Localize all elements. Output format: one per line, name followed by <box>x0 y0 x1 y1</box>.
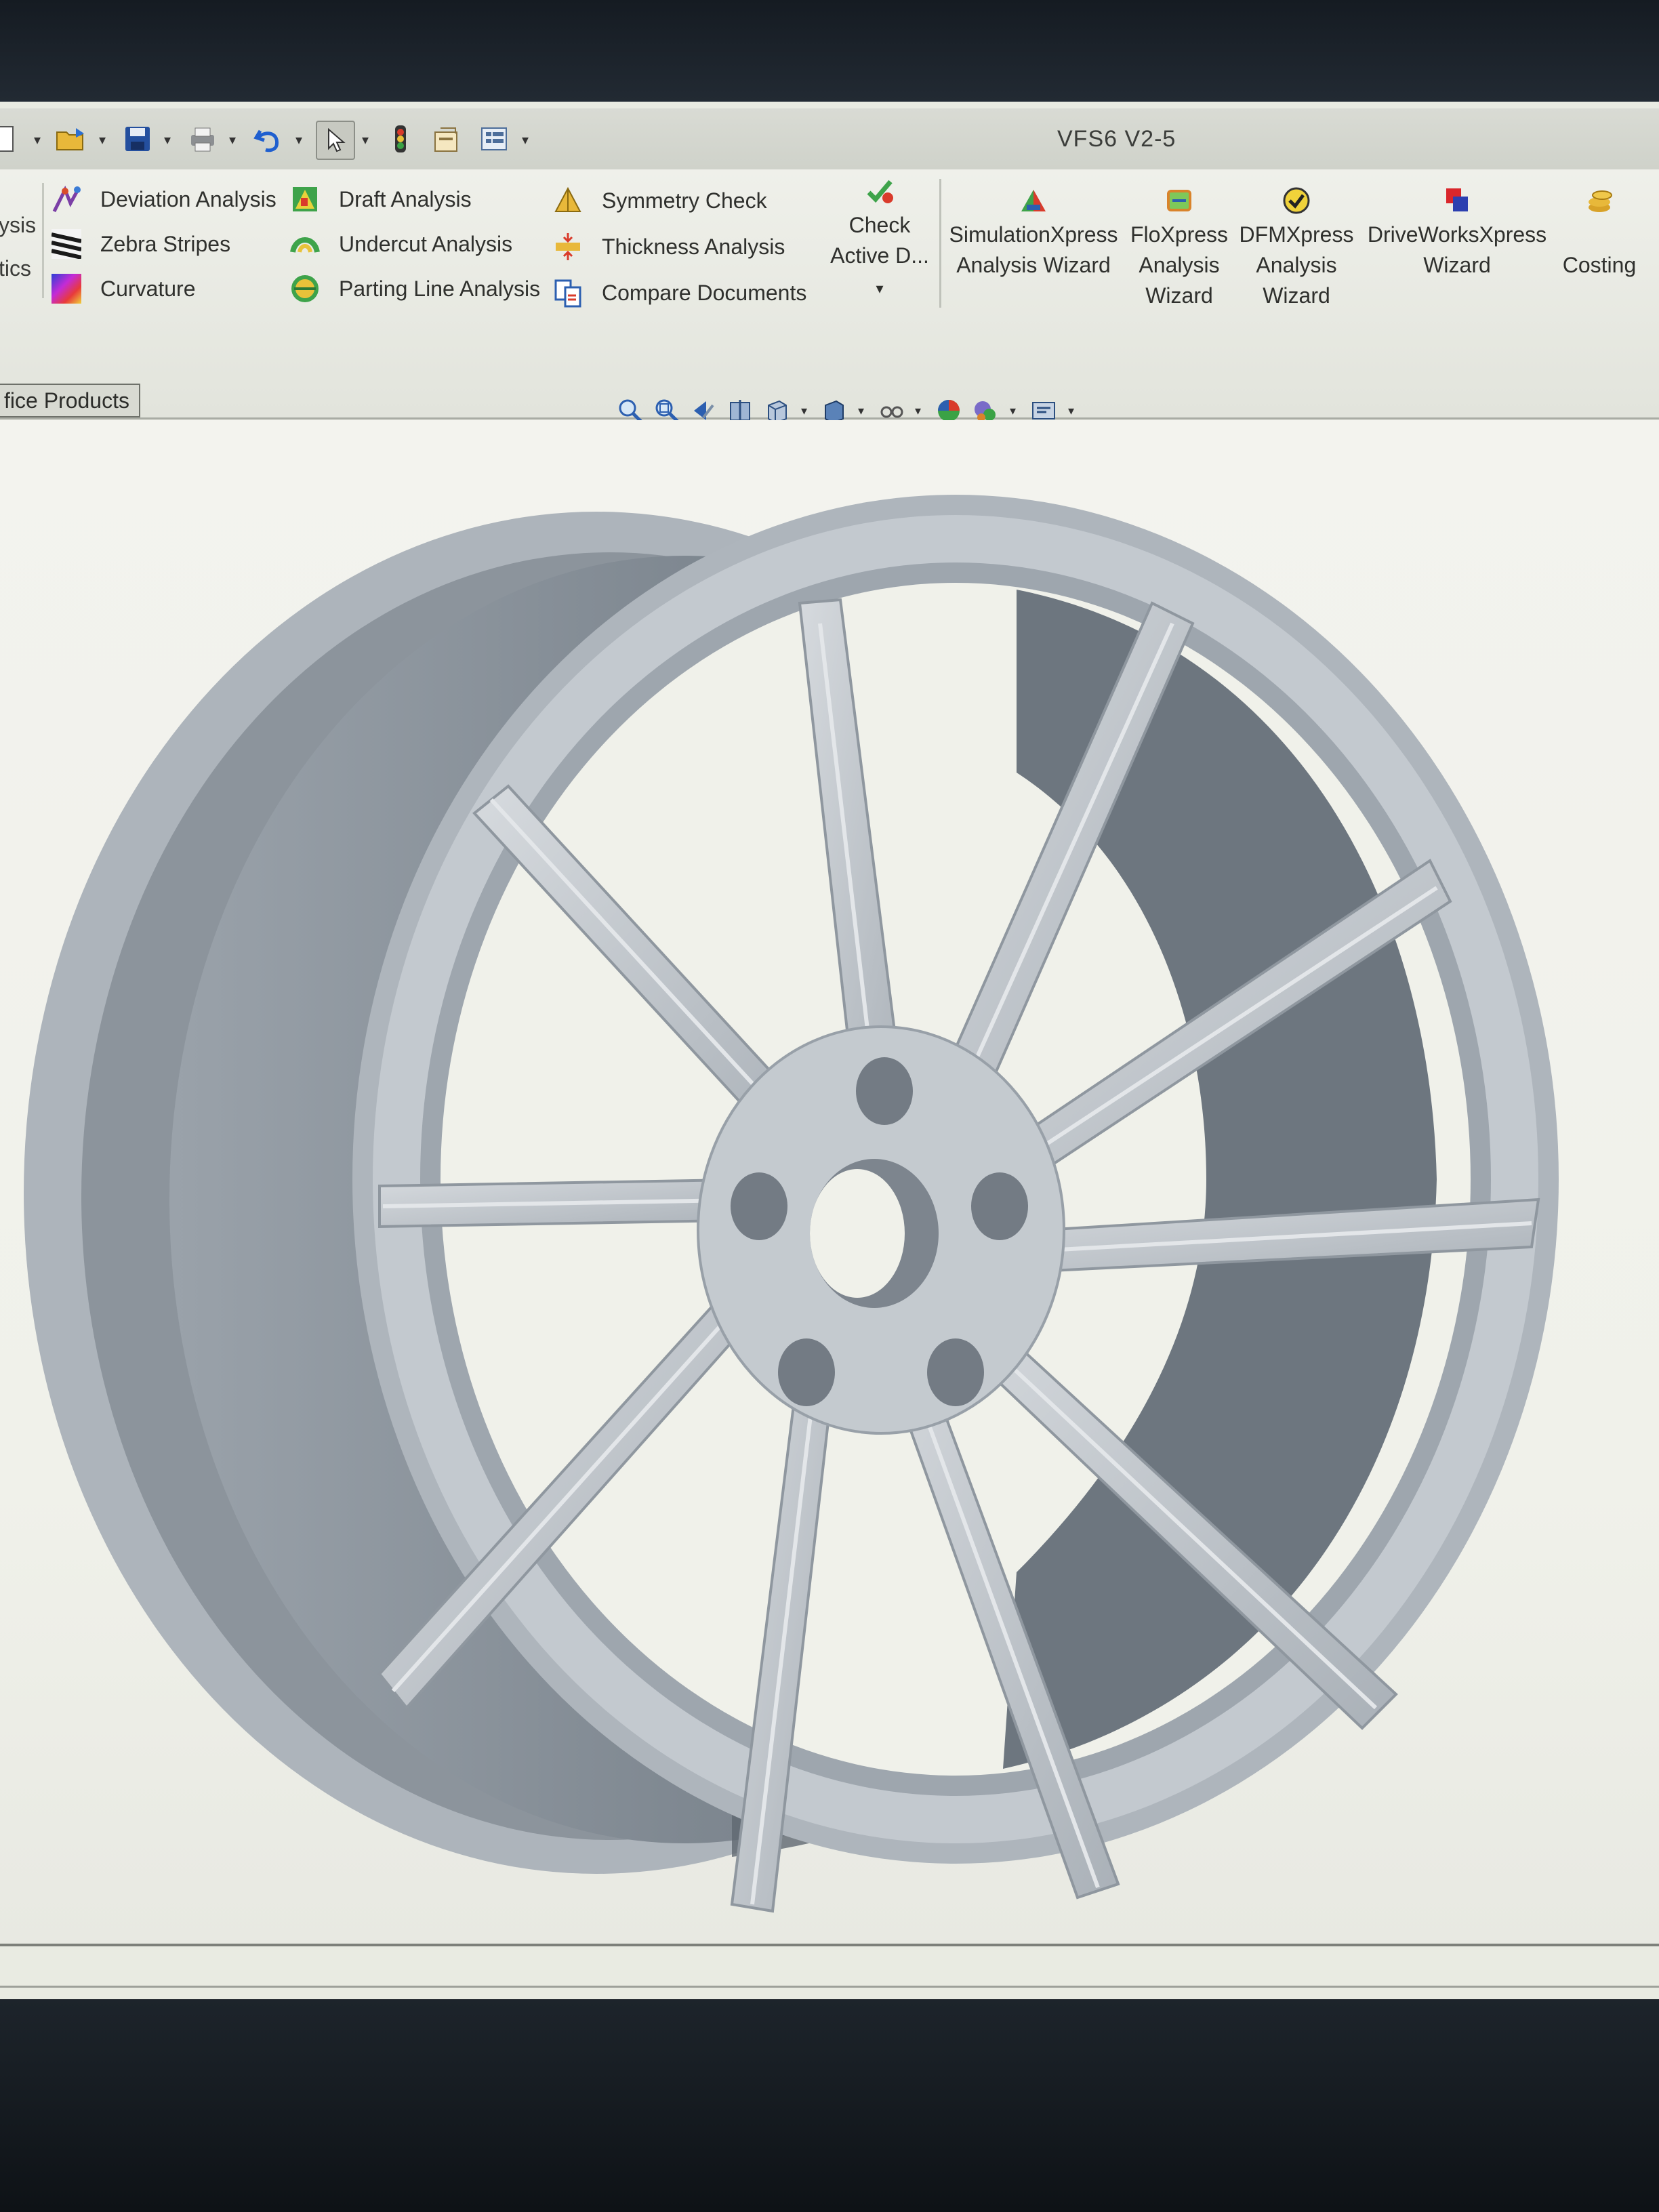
file-properties-icon[interactable] <box>428 121 465 157</box>
driveworksxpress-label-line1: DriveWorksXpress <box>1367 222 1547 247</box>
deviation-analysis-icon <box>52 185 81 213</box>
new-icon[interactable] <box>0 121 23 157</box>
view-orientation-caret[interactable]: ▾ <box>801 404 807 418</box>
floxpress-button[interactable]: FloXpress Analysis Wizard <box>1125 184 1233 311</box>
select-dropdown-caret[interactable]: ▾ <box>362 131 369 148</box>
simulationxpress-label-line2: Analysis Wizard <box>956 253 1111 277</box>
costing-button[interactable]: Costing <box>1559 184 1640 281</box>
undercut-analysis-icon <box>290 237 320 253</box>
driveworksxpress-label-line2: Wizard <box>1423 253 1491 277</box>
deviation-analysis-label: Deviation Analysis <box>100 186 276 211</box>
evaluate-ribbon: ysis tics Deviation Analysis Zebra Strip… <box>0 169 1659 424</box>
parting-line-analysis-button[interactable]: Parting Line Analysis <box>290 268 540 309</box>
compare-documents-button[interactable]: Compare Documents <box>553 272 806 313</box>
curvature-label: Curvature <box>100 276 196 301</box>
check-active-dropdown-caret[interactable]: ▾ <box>876 280 883 297</box>
costing-icon <box>1589 190 1612 212</box>
zebra-stripes-icon <box>52 229 81 259</box>
ribbon-separator <box>939 179 941 308</box>
simulationxpress-label-line1: SimulationXpress <box>949 222 1118 247</box>
costing-label: Costing <box>1562 253 1637 277</box>
compare-documents-icon <box>554 279 581 308</box>
graphics-bottom-border <box>0 1944 1659 1946</box>
print-icon[interactable] <box>184 121 221 157</box>
zebra-stripes-button[interactable]: Zebra Stripes <box>52 224 230 264</box>
tab-office-products[interactable]: fice Products <box>0 384 140 417</box>
thickness-analysis-label: Thickness Analysis <box>602 234 785 259</box>
thickness-analysis-icon <box>556 233 580 260</box>
document-title: VFS6 V2-5 <box>1057 126 1176 152</box>
lug-hole-1 <box>856 1057 913 1125</box>
center-bore <box>810 1169 905 1298</box>
lug-hole-2 <box>971 1172 1028 1240</box>
deviation-analysis-button[interactable]: Deviation Analysis <box>52 179 276 220</box>
undo-icon[interactable] <box>249 121 286 157</box>
quick-access-toolbar: ▾ ▾ ▾ ▾ ▾ ▾ ▾ VFS6 V2-5 <box>0 108 1659 171</box>
status-bar-border <box>0 1986 1659 1988</box>
print-dropdown-caret[interactable]: ▾ <box>229 131 236 148</box>
driveworksxpress-button[interactable]: DriveWorksXpress Wizard <box>1362 184 1552 281</box>
save-icon[interactable] <box>119 121 156 157</box>
open-dropdown-caret[interactable]: ▾ <box>99 131 106 148</box>
active-document-label: Active D... <box>830 243 929 268</box>
undercut-analysis-label: Undercut Analysis <box>339 231 513 256</box>
symmetry-check-label: Symmetry Check <box>602 188 767 213</box>
floxpress-label-line2: Analysis <box>1139 253 1220 277</box>
new-dropdown-caret[interactable]: ▾ <box>34 131 41 148</box>
ribbon-partial-label-2[interactable]: tics <box>0 256 31 281</box>
simulationxpress-icon <box>1021 190 1046 211</box>
ribbon-divider <box>42 183 44 298</box>
monitor-bezel-top <box>0 0 1659 102</box>
symmetry-check-button[interactable]: Symmetry Check <box>553 180 767 221</box>
check-label: Check <box>848 213 911 237</box>
compare-documents-label: Compare Documents <box>602 280 807 305</box>
curvature-icon <box>52 274 81 304</box>
select-icon[interactable] <box>316 121 355 160</box>
symmetry-check-icon <box>554 186 581 212</box>
driveworksxpress-icon <box>1446 188 1468 211</box>
dfmxpress-icon <box>1283 187 1310 214</box>
dfmxpress-label-line1: DFMXpress <box>1239 222 1354 247</box>
wheel-model[interactable] <box>0 420 1659 1945</box>
curvature-button[interactable]: Curvature <box>52 268 196 309</box>
open-icon[interactable] <box>53 121 89 157</box>
draft-analysis-label: Draft Analysis <box>339 186 472 211</box>
dfmxpress-label-line3: Wizard <box>1263 283 1330 308</box>
save-dropdown-caret[interactable]: ▾ <box>164 131 171 148</box>
monitor-bezel-bottom <box>0 1999 1659 2212</box>
dfmxpress-label-line2: Analysis <box>1256 253 1337 277</box>
draft-analysis-button[interactable]: Draft Analysis <box>290 179 472 220</box>
lug-hole-4 <box>778 1338 835 1406</box>
floxpress-icon <box>1167 190 1191 211</box>
parting-line-analysis-icon <box>291 275 319 302</box>
graphics-area[interactable] <box>0 420 1659 1945</box>
hide-show-caret[interactable]: ▾ <box>915 404 921 418</box>
display-style-caret[interactable]: ▾ <box>858 404 864 418</box>
ribbon-partial-label-1[interactable]: ysis <box>0 213 36 238</box>
lug-hole-5 <box>731 1172 787 1240</box>
parting-line-analysis-label: Parting Line Analysis <box>339 276 541 301</box>
undercut-analysis-button[interactable]: Undercut Analysis <box>290 224 512 264</box>
options-icon[interactable] <box>476 121 512 157</box>
draft-analysis-icon <box>293 187 317 211</box>
view-settings-caret[interactable]: ▾ <box>1068 404 1074 418</box>
thickness-analysis-button[interactable]: Thickness Analysis <box>553 226 785 267</box>
apply-scene-caret[interactable]: ▾ <box>1010 404 1016 418</box>
options-dropdown-caret[interactable]: ▾ <box>522 131 529 148</box>
zebra-stripes-label: Zebra Stripes <box>100 231 231 256</box>
check-active-document-icon <box>867 180 893 203</box>
lug-hole-3 <box>927 1338 984 1406</box>
floxpress-label-line3: Wizard <box>1145 283 1213 308</box>
rebuild-icon[interactable] <box>382 121 419 157</box>
dfmxpress-button[interactable]: DFMXpress Analysis Wizard <box>1239 184 1354 311</box>
check-active-document-button[interactable]: Check Active D... ▾ <box>825 175 934 304</box>
solidworks-window: ▾ ▾ ▾ ▾ ▾ ▾ ▾ VFS6 V2-5 ysis tics Deviat… <box>0 102 1659 1999</box>
floxpress-label-line1: FloXpress <box>1130 222 1229 247</box>
simulationxpress-button[interactable]: SimulationXpress Analysis Wizard <box>949 184 1118 281</box>
undo-dropdown-caret[interactable]: ▾ <box>295 131 302 148</box>
